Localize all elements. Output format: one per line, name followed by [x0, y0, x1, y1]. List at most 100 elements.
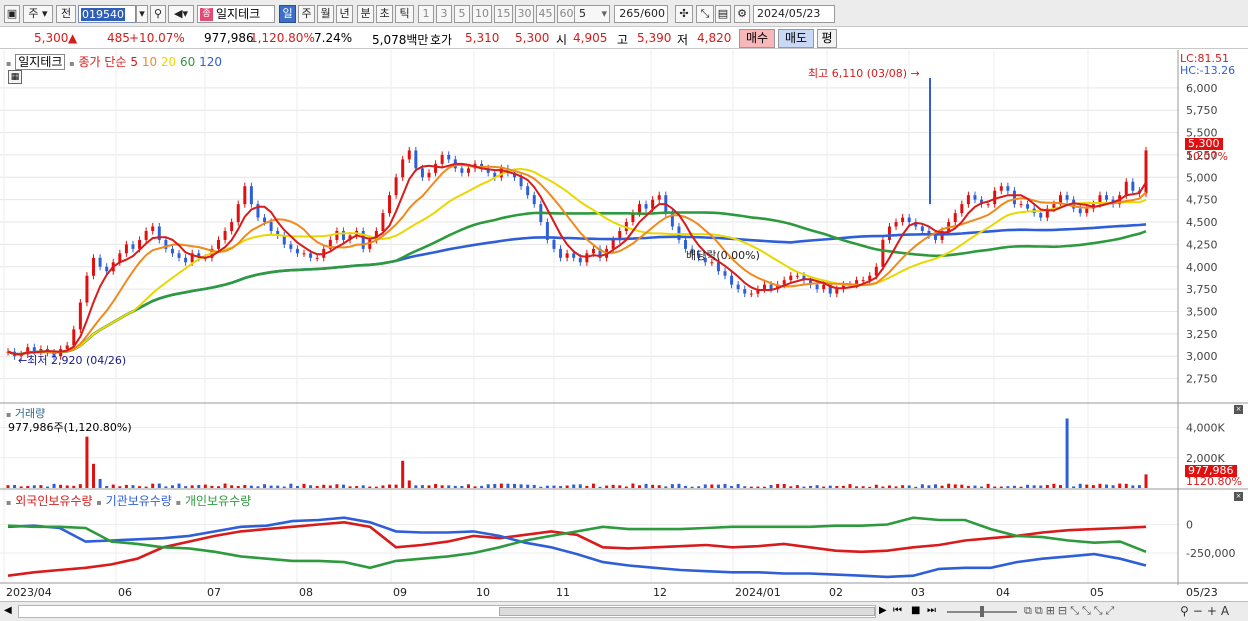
- change-amount: 485: [107, 31, 130, 45]
- volume-bar: [26, 485, 30, 488]
- volume-bar: [164, 486, 168, 488]
- period-tick-button[interactable]: 틱: [395, 5, 414, 23]
- period-mode-label: 주: [28, 7, 39, 20]
- crosshair-icon[interactable]: ✣: [675, 5, 693, 23]
- volume-bar: [355, 486, 359, 488]
- interval-1-button[interactable]: 1: [418, 5, 434, 23]
- price-tick-label: 2,750: [1186, 373, 1218, 386]
- candle-body: [414, 150, 418, 169]
- interval-15-button[interactable]: 15: [494, 5, 513, 23]
- code-dropdown-icon[interactable]: ▾: [136, 5, 148, 23]
- stock-code-input[interactable]: 019540: [78, 5, 136, 23]
- average-button[interactable]: 평: [817, 29, 837, 48]
- x-axis-label: 12: [653, 586, 667, 599]
- volume-bar: [1039, 485, 1043, 488]
- holding-tick-label: 0: [1186, 519, 1193, 532]
- prev-button[interactable]: 전: [56, 5, 76, 23]
- fast-forward-icon[interactable]: ⏭: [927, 605, 936, 616]
- volume-bar: [1072, 486, 1076, 488]
- stock-name-field[interactable]: 종 일지테크: [197, 5, 275, 23]
- volume-bar: [13, 484, 17, 488]
- candle-body: [302, 253, 306, 255]
- period-year-button[interactable]: 년: [336, 5, 353, 23]
- volume-bar: [723, 483, 727, 488]
- gear-icon[interactable]: ⚙: [734, 5, 750, 23]
- search-icon[interactable]: ⚲: [150, 5, 166, 23]
- price-chart-svg[interactable]: 6,0005,7505,5005,2505,0004,7504,5004,250…: [0, 50, 1248, 601]
- legend-close-label[interactable]: 종가: [79, 55, 101, 69]
- period-second-button[interactable]: 초: [376, 5, 393, 23]
- table-icon[interactable]: ▦: [8, 70, 22, 84]
- drawing-tools[interactable]: ⧉⧉⊞⊟⤡⤡⤡⤢: [1024, 604, 1117, 618]
- candle-body: [295, 248, 299, 254]
- candle-body: [184, 257, 188, 263]
- candle-body: [789, 275, 793, 281]
- legend-ma-120: 120: [199, 55, 223, 69]
- zoom-slider-handle[interactable]: [980, 606, 984, 617]
- date-input[interactable]: 2024/05/23: [753, 5, 835, 23]
- volume-bar: [644, 483, 648, 488]
- scrollbar-thumb[interactable]: [499, 607, 875, 616]
- legend-ma-type: 단순: [104, 55, 127, 69]
- sell-button[interactable]: 매도: [778, 29, 814, 48]
- candle-body: [289, 244, 293, 249]
- candle-body: [736, 284, 740, 290]
- price-badge: 5,300: [1185, 138, 1223, 150]
- save-icon[interactable]: ▤: [715, 5, 731, 23]
- interval-3-button[interactable]: 3: [436, 5, 452, 23]
- legend-marker-icon: ▪: [6, 498, 12, 507]
- volume-bar: [302, 483, 306, 488]
- interval-5-button[interactable]: 5: [454, 5, 470, 23]
- close-volume-panel-icon[interactable]: ×: [1234, 405, 1243, 414]
- candle-body: [822, 284, 826, 290]
- period-mode-select[interactable]: 주 ▾: [23, 5, 53, 23]
- rewind-icon[interactable]: ⏮: [893, 605, 902, 616]
- volume-bar: [216, 486, 220, 488]
- volume-bar: [144, 486, 148, 488]
- candle-body: [388, 195, 392, 214]
- interval-45-button[interactable]: 45: [536, 5, 555, 23]
- horizontal-scrollbar[interactable]: [18, 605, 876, 618]
- volume-bar: [1058, 485, 1062, 488]
- interval-30-button[interactable]: 30: [515, 5, 534, 23]
- stop-icon[interactable]: ■: [911, 605, 920, 616]
- candle-body: [907, 217, 911, 223]
- volume-bar: [341, 484, 345, 488]
- period-minute-button[interactable]: 분: [357, 5, 374, 23]
- speaker-icon[interactable]: ◀▾: [168, 5, 194, 23]
- chart-area[interactable]: 6,000 5,750 5,500 5,250 5,000 4,750 4,500 4,250…: [0, 50, 1248, 601]
- window-icon[interactable]: ▣: [4, 5, 20, 23]
- legend-individual[interactable]: 개인보유수량: [185, 494, 251, 508]
- bar-count-field[interactable]: 265/600: [614, 5, 668, 23]
- x-axis-label: 10: [476, 586, 490, 599]
- candle-body: [953, 213, 957, 223]
- candle-body: [1012, 190, 1016, 205]
- volume-bar: [1118, 483, 1122, 488]
- legend-foreign[interactable]: 외국인보유수량: [15, 494, 92, 508]
- interval-10-button[interactable]: 10: [472, 5, 492, 23]
- period-day-button[interactable]: 일: [279, 5, 296, 23]
- volume-bar: [782, 483, 786, 488]
- period-month-button[interactable]: 월: [317, 5, 334, 23]
- volume-tick-label: 2,000K: [1186, 452, 1225, 465]
- candle-body: [934, 235, 938, 240]
- volume-bar: [328, 485, 332, 488]
- volume-bar: [526, 484, 530, 488]
- close-holding-panel-icon[interactable]: ×: [1234, 492, 1243, 501]
- candle-body: [973, 195, 977, 200]
- period-week-button[interactable]: 주: [298, 5, 315, 23]
- price-tick-label: 3,750: [1186, 283, 1218, 296]
- legend-stock-name[interactable]: 일지테크: [15, 54, 66, 70]
- legend-institution[interactable]: 기관보유수량: [106, 494, 172, 508]
- buy-button[interactable]: 매수: [739, 29, 775, 48]
- scroll-left-icon[interactable]: ◀: [4, 605, 12, 616]
- interval-select[interactable]: 5 ▾: [574, 5, 610, 23]
- x-axis-label: 07: [207, 586, 221, 599]
- volume-bar: [762, 486, 766, 488]
- draw-icon[interactable]: ⤡: [696, 5, 714, 23]
- candle-body: [993, 190, 997, 205]
- zoom-controls[interactable]: ⚲−+A: [1180, 604, 1233, 618]
- volume-bar: [157, 483, 161, 488]
- volume-bar: [118, 486, 122, 488]
- scroll-right-icon[interactable]: ▶: [879, 605, 887, 616]
